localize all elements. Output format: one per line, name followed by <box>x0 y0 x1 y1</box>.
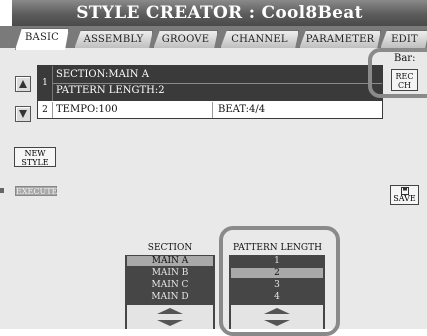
section-item-main-a[interactable]: MAIN A <box>127 256 213 266</box>
section-value: SECTION:MAIN A <box>56 69 149 80</box>
pattern-length-value: PATTERN LENGTH:2 <box>56 85 165 96</box>
section-scroll-down-button[interactable] <box>127 317 213 329</box>
tab-strip: BASIC ASSEMBLY GROOVE CHANNEL PARAMETER … <box>0 26 427 48</box>
new-label: NEW <box>24 149 46 158</box>
edge-marker <box>0 188 4 193</box>
section-scroll-control <box>127 305 213 329</box>
bar-highlight-outline <box>368 48 427 98</box>
section-item-main-d[interactable]: MAIN D <box>127 292 213 302</box>
section-scroll-up-button[interactable] <box>127 305 213 317</box>
row-number: 2 <box>38 102 53 118</box>
tab-channel[interactable]: CHANNEL <box>220 30 299 49</box>
scroll-up-button[interactable] <box>15 76 31 92</box>
row-number: 1 <box>38 66 53 101</box>
tab-assembly[interactable]: ASSEMBLY <box>74 30 153 49</box>
tab-parameter[interactable]: PARAMETER <box>299 30 381 49</box>
style-creator-screen: STYLE CREATOR : Cool8Beat BASIC ASSEMBLY… <box>0 0 427 336</box>
tempo-value: TEMPO:100 <box>56 104 118 115</box>
tab-basic[interactable]: BASIC <box>15 28 69 50</box>
section-item-main-b[interactable]: MAIN B <box>127 268 213 278</box>
save-button[interactable]: SAVE <box>390 185 419 205</box>
info-table: 1 SECTION:MAIN A PATTERN LENGTH:2 2 TEMP… <box>37 65 383 119</box>
execute-button[interactable]: EXECUTE <box>15 186 57 196</box>
scroll-down-button[interactable] <box>15 106 31 122</box>
pattern-length-highlight-outline <box>219 226 340 336</box>
tab-edit[interactable]: EDIT <box>380 30 427 49</box>
section-item-main-c[interactable]: MAIN C <box>127 280 213 290</box>
tab-groove[interactable]: GROOVE <box>153 30 218 49</box>
triangle-down-icon <box>19 110 27 118</box>
table-row-section[interactable]: 1 SECTION:MAIN A PATTERN LENGTH:2 <box>38 66 382 101</box>
save-label: SAVE <box>393 194 416 203</box>
chevron-up-icon <box>157 308 183 314</box>
style-label: STYLE <box>21 158 49 167</box>
section-list-title: SECTION <box>147 243 193 253</box>
triangle-up-icon <box>19 80 27 88</box>
table-row-tempo[interactable]: 2 TEMPO:100 BEAT:4/4 <box>38 102 382 118</box>
title-bar: STYLE CREATOR : Cool8Beat <box>12 0 427 26</box>
row-divider <box>53 83 382 84</box>
chevron-down-icon <box>157 320 183 326</box>
beat-value: BEAT:4/4 <box>218 104 266 115</box>
new-style-button[interactable]: NEW STYLE <box>14 147 56 167</box>
cell-divider <box>212 102 213 118</box>
